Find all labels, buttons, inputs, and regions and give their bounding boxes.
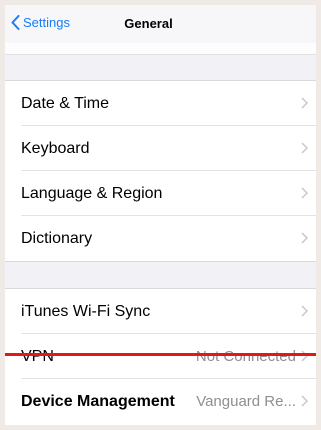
row-date-time[interactable]: Date & Time [5,81,316,126]
chevron-right-icon [301,97,308,109]
page-title: General [124,16,173,31]
navigation-bar: Settings General [5,5,316,43]
divider [5,54,316,55]
row-value: Not Connected [195,348,296,365]
chevron-right-icon [301,305,308,317]
row-vpn[interactable]: VPN Not Connected [5,334,316,379]
row-label: Date & Time [21,94,110,112]
chevron-right-icon [301,187,308,199]
row-label: Dictionary [21,229,93,247]
chevron-right-icon [301,350,308,362]
row-itunes-wifi-sync[interactable]: iTunes Wi-Fi Sync [5,289,316,334]
chevron-right-icon [301,232,308,244]
row-label: VPN [21,347,54,365]
row-language-region[interactable]: Language & Region [5,171,316,216]
settings-group-1: Date & Time Keyboard Language & Region D… [5,80,316,262]
row-dictionary[interactable]: Dictionary [5,216,316,261]
settings-screen: Settings General Date & Time Keyboard La… [5,5,316,425]
annotation-strike-line [5,353,316,356]
row-label: iTunes Wi-Fi Sync [21,302,151,320]
row-label: Keyboard [21,139,90,157]
row-label: Device Management [21,392,175,410]
chevron-right-icon [301,395,308,407]
row-device-management[interactable]: Device Management Vanguard Re... [5,379,316,424]
chevron-right-icon [301,142,308,154]
row-value: Vanguard Re... [196,393,296,410]
row-label: Language & Region [21,184,163,202]
settings-group-2: iTunes Wi-Fi Sync VPN Not Connected Devi… [5,288,316,425]
row-keyboard[interactable]: Keyboard [5,126,316,171]
